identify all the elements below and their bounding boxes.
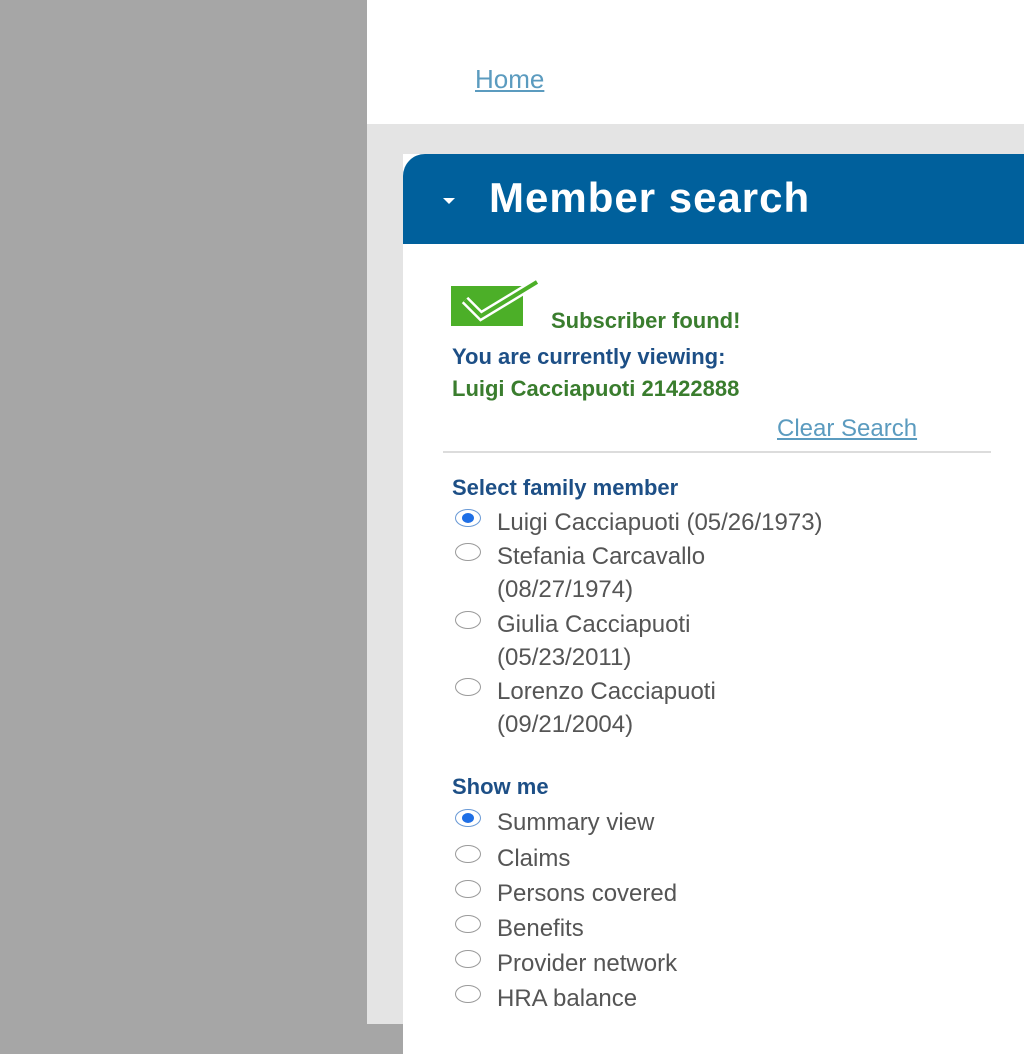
- radio-button[interactable]: [455, 915, 481, 933]
- radio-button[interactable]: [455, 509, 481, 527]
- radio-label: Persons covered: [497, 880, 678, 907]
- radio-button[interactable]: [455, 985, 481, 1003]
- radio-label: Provider network: [497, 950, 678, 977]
- radio-button[interactable]: [455, 809, 481, 827]
- top-bar: Home: [367, 0, 1024, 124]
- family-member-label: Select family member: [452, 475, 679, 500]
- radio-label-date: (09/21/2004): [497, 711, 634, 738]
- radio-label: Lorenzo Cacciapuoti: [497, 678, 716, 705]
- radio-label: Summary view: [497, 809, 655, 836]
- show-me-label: Show me: [452, 774, 549, 799]
- home-link[interactable]: Home: [475, 64, 544, 95]
- radio-label: HRA balance: [497, 985, 638, 1012]
- panel-title: Member search: [489, 174, 811, 221]
- radio-label: Claims: [497, 845, 571, 872]
- member-search-panel: Member search Subscriber found! You are …: [403, 154, 1024, 1054]
- collapse-caret-icon[interactable]: [443, 198, 455, 204]
- viewing-member: Luigi Cacciapuoti 21422888: [452, 376, 740, 401]
- clear-search-link[interactable]: Clear Search: [777, 415, 917, 443]
- radio-button[interactable]: [455, 678, 481, 696]
- radio-button[interactable]: [455, 543, 481, 561]
- radio-button[interactable]: [455, 611, 481, 629]
- radio-button[interactable]: [455, 880, 481, 898]
- radio-label-date: (05/23/2011): [497, 644, 632, 671]
- radio-button[interactable]: [455, 950, 481, 968]
- checkmark-icon: [451, 278, 540, 326]
- divider: [443, 451, 991, 453]
- radio-label: Stefania Carcavallo: [497, 543, 706, 570]
- radio-button[interactable]: [455, 845, 481, 863]
- radio-label-date: (08/27/1974): [497, 576, 634, 603]
- viewing-label: You are currently viewing:: [452, 344, 726, 369]
- panel-header[interactable]: Member search: [403, 154, 1024, 244]
- subscriber-found-message: Subscriber found!: [551, 308, 741, 333]
- radio-label: Benefits: [497, 915, 584, 942]
- radio-label: Giulia Cacciapuoti: [497, 611, 691, 638]
- radio-label: Luigi Cacciapuoti (05/26/1973): [497, 509, 823, 536]
- main-content: Home Member search Subscriber found! You…: [367, 0, 1024, 1054]
